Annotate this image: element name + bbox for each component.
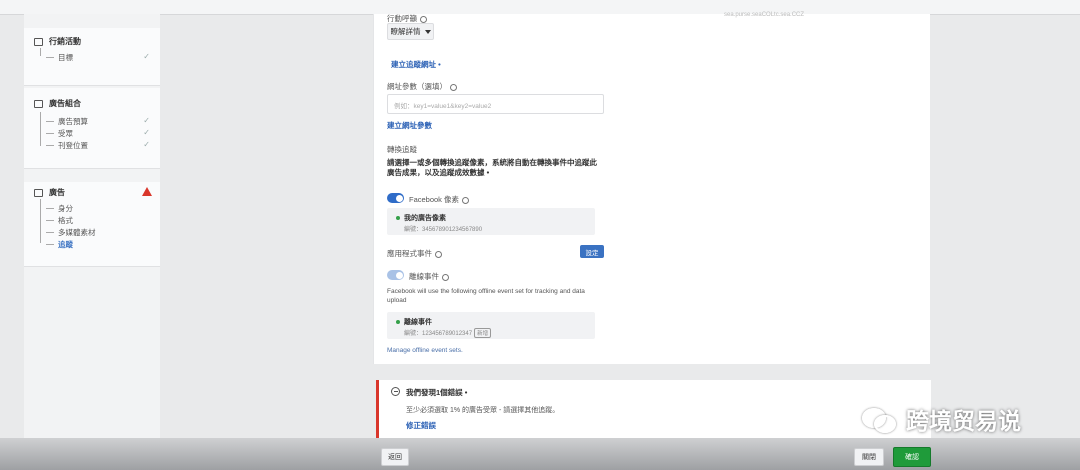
collapse-icon[interactable] <box>391 387 400 396</box>
sidebar-item-media[interactable]: 多媒體素材 <box>46 227 96 238</box>
offline-events-toggle[interactable] <box>387 270 404 280</box>
status-dot-icon <box>396 320 400 324</box>
info-icon <box>462 196 470 204</box>
tracking-description: 請選擇一或多個轉換追蹤像素，系統將自動在轉換事件中追蹤此廣告成果，以及追蹤成效數… <box>387 158 597 177</box>
sidebar-item-placements[interactable]: 刊登位置 <box>46 140 88 151</box>
error-banner: 我們發現1個錯誤 • 至少必須選取 1% 的廣告受眾 - 請選擇其他追蹤。 修正… <box>376 380 931 438</box>
warning-icon <box>142 187 152 196</box>
info-icon <box>442 273 449 281</box>
confirm-button[interactable]: 確認 <box>893 447 931 467</box>
sidebar-item-format[interactable]: 格式 <box>46 215 73 226</box>
offline-event-card[interactable]: 離線事件 編號：123456789012347 新增 <box>387 312 595 339</box>
grid-icon <box>34 99 43 108</box>
sidebar-item-tracking[interactable]: 追蹤 <box>46 239 73 250</box>
cta-dropdown[interactable]: 瞭解詳情 <box>387 23 434 40</box>
sidebar-section-title: 行銷活動 <box>49 37 81 46</box>
app-events-setup-button[interactable]: 設定 <box>580 245 604 258</box>
close-button[interactable]: 關閉 <box>854 448 884 466</box>
sidebar-section-title: 廣告 <box>49 188 65 197</box>
error-title: 我們發現1個錯誤 • <box>406 388 468 397</box>
error-message: 至少必須選取 1% 的廣告受眾 - 請選擇其他追蹤。 <box>406 407 560 414</box>
monitor-icon <box>34 188 43 197</box>
watermark: 跨境贸易说 <box>860 402 1021 436</box>
sidebar-section-adset[interactable]: 廣告組合 廣告預算 ✓ 受眾 ✓ 刊登位置 ✓ <box>24 88 160 169</box>
check-icon: ✓ <box>143 116 150 125</box>
sidebar-item-budget[interactable]: 廣告預算 <box>46 116 88 127</box>
sidebar-item-audience[interactable]: 受眾 <box>46 128 73 139</box>
sidebar-item-identity[interactable]: 身分 <box>46 203 73 214</box>
offline-event-id: 編號：123456789012347 <box>404 331 473 337</box>
check-icon: ✓ <box>143 128 150 137</box>
pixel-toggle-label: Facebook 像素 <box>409 195 460 204</box>
build-url-link[interactable]: 建立追蹤網址 • <box>391 59 441 70</box>
ad-form-panel: 行動呼籲 瞭解詳情 建立追蹤網址 • 網址參數（選填） 例如：key1=valu… <box>373 14 614 364</box>
sidebar-item-objective[interactable]: 目標 <box>46 52 73 63</box>
wechat-icon <box>860 404 900 434</box>
pixel-card[interactable]: 我的廣告像素 編號：345678901234567890 <box>387 208 595 235</box>
sidebar-section-ad[interactable]: 廣告 身分 格式 多媒體素材 追蹤 <box>24 182 160 267</box>
pixel-name: 我的廣告像素 <box>404 215 446 222</box>
url-params-label: 網址參數（選填） <box>387 82 447 91</box>
caret-down-icon <box>424 29 431 34</box>
info-icon <box>435 250 442 258</box>
sidebar-section-campaign[interactable]: 行銷活動 目標 ✓ <box>24 28 160 86</box>
offline-toggle-label: 離線事件 <box>409 272 439 281</box>
preview-caption: sea.purse.seaCOLtc.sea.CCZ <box>724 12 805 18</box>
url-params-input[interactable]: 例如：key1=value1&key2=value2 <box>387 94 604 114</box>
tracking-title: 轉換追蹤 <box>387 145 417 154</box>
fix-error-link[interactable]: 修正錯誤 <box>406 420 436 431</box>
manage-offline-link[interactable]: Manage offline event sets. <box>387 347 463 354</box>
info-icon <box>420 15 427 23</box>
check-icon: ✓ <box>143 52 150 61</box>
top-bar <box>0 0 1080 15</box>
sidebar: 行銷活動 目標 ✓ 廣告組合 廣告預算 ✓ 受眾 ✓ 刊登位置 ✓ 廣告 身分 … <box>24 14 160 454</box>
sidebar-section-title: 廣告組合 <box>49 99 81 108</box>
ad-preview-panel: sea.purse.seaCOLtc.sea.CCZ <box>612 12 930 364</box>
status-dot-icon <box>396 216 400 220</box>
offline-event-name: 離線事件 <box>404 319 432 326</box>
folder-icon <box>34 37 43 46</box>
watermark-text: 跨境贸易说 <box>906 408 1021 434</box>
offline-event-chip[interactable]: 新增 <box>474 328 492 338</box>
back-button[interactable]: 返回 <box>381 448 409 466</box>
offline-description: Facebook will use the following offline … <box>387 288 585 304</box>
pixel-id: 編號：345678901234567890 <box>404 227 483 233</box>
cta-label: 行動呼籲 <box>387 14 417 23</box>
build-url-params-link[interactable]: 建立網址參數 <box>387 120 432 131</box>
check-icon: ✓ <box>143 140 150 149</box>
info-icon <box>450 83 457 91</box>
app-events-label: 應用程式事件 <box>387 249 432 258</box>
pixel-toggle[interactable] <box>387 193 404 203</box>
